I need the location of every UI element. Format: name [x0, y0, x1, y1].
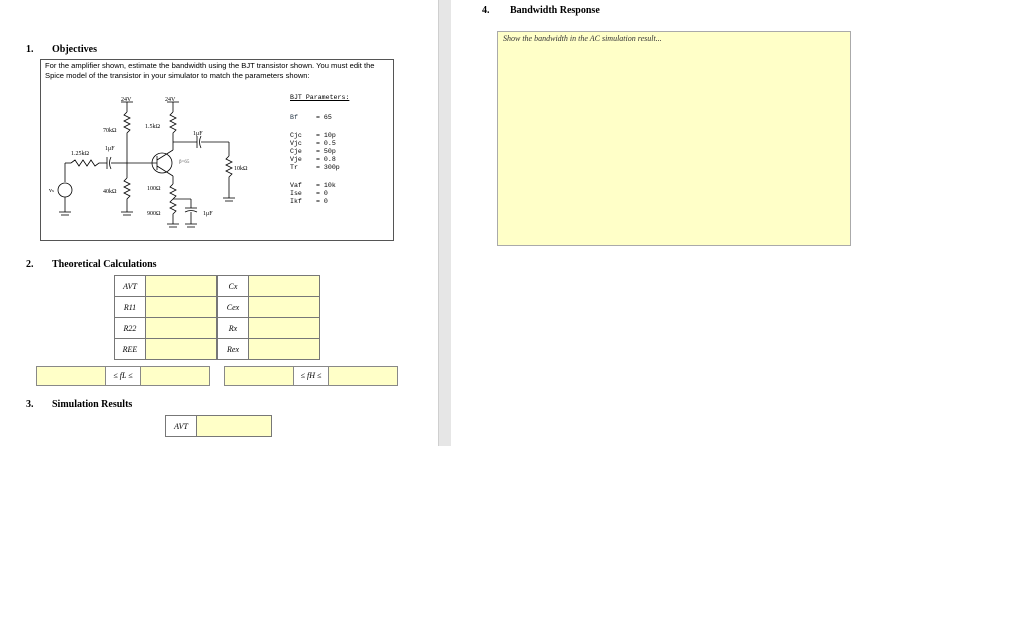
section-4-number: 4.: [482, 5, 490, 16]
cx-input[interactable]: [248, 275, 320, 297]
left-document-page: 1. Objectives For the amplifier shown, e…: [0, 0, 438, 446]
label-24v-right: 24V: [165, 97, 176, 103]
param-row: Vjc = 0.5: [290, 140, 349, 148]
param-row: Cjc = 10p: [290, 132, 349, 140]
param-row: Ise = 0: [290, 190, 349, 198]
param-name: Ise: [290, 190, 302, 197]
table-row: Cx: [217, 275, 320, 297]
label-vs: vₛ: [49, 188, 55, 194]
fh-upper-input[interactable]: [328, 366, 398, 386]
bandwidth-response-input[interactable]: Show the bandwidth in the AC simulation …: [497, 31, 851, 246]
param-value: = 0: [316, 190, 328, 197]
section-2-number: 2.: [26, 259, 34, 270]
param-row: Tr = 300p: [290, 164, 349, 172]
avt-input[interactable]: [145, 275, 217, 297]
section-2-title: Theoretical Calculations: [52, 259, 157, 270]
table-row: R11: [114, 296, 217, 318]
r11-label: R11: [114, 296, 146, 318]
r22-label: R22: [114, 317, 146, 339]
label-1-5k: 1.5kΩ: [145, 124, 160, 130]
table-row: Cex: [217, 296, 320, 318]
param-name: Cjc: [290, 132, 302, 139]
param-name: Cje: [290, 148, 302, 155]
fh-range-label: ≤ fH ≤: [293, 366, 329, 386]
amplifier-circuit-diagram: [57, 101, 235, 228]
param-row: Ikf = 0: [290, 198, 349, 206]
cex-label: Cex: [217, 296, 249, 318]
sim-avt-input[interactable]: [196, 415, 272, 437]
objectives-box: For the amplifier shown, estimate the ba…: [40, 59, 394, 241]
r22-input[interactable]: [145, 317, 217, 339]
param-row: Bf = 65: [290, 114, 349, 122]
ree-input[interactable]: [145, 338, 217, 360]
label-900: 900Ω: [147, 211, 161, 217]
table-row: AVT: [114, 275, 217, 297]
section-1-number: 1.: [26, 44, 34, 55]
sim-avt-label: AVT: [165, 415, 197, 437]
rx-input[interactable]: [248, 317, 320, 339]
fl-range-label: ≤ fL ≤: [105, 366, 141, 386]
section-3-title: Simulation Results: [52, 399, 133, 410]
rex-input[interactable]: [248, 338, 320, 360]
param-row: Cje = 50p: [290, 148, 349, 156]
param-value: = 65: [316, 114, 332, 121]
label-1-25k: 1.25kΩ: [71, 151, 89, 157]
table-row: Rx: [217, 317, 320, 339]
param-row: Vje = 0.8: [290, 156, 349, 164]
table-row: REE: [114, 338, 217, 360]
param-name: Vje: [290, 156, 302, 163]
calc-table-left: AVT R11 R22 REE: [114, 275, 217, 360]
param-value: = 300p: [316, 164, 340, 171]
section-1-title: Objectives: [52, 44, 97, 55]
bjt-parameters-title: BJT Parameters:: [290, 94, 350, 101]
param-value: = 0: [316, 198, 328, 205]
label-70k: 70kΩ: [103, 128, 117, 134]
avt-label: AVT: [114, 275, 146, 297]
table-row: R22: [114, 317, 217, 339]
sim-results-table: AVT: [165, 415, 272, 437]
bjt-parameters-block: BJT Parameters: Bf = 65 Cjc = 10p Vjc = 0.5…: [290, 94, 349, 206]
cex-input[interactable]: [248, 296, 320, 318]
param-name: Bf: [290, 114, 298, 121]
param-name: Tr: [290, 164, 298, 171]
section-3-number: 3.: [26, 399, 34, 410]
param-value: = 10p: [316, 132, 336, 139]
param-name: Ikf: [290, 198, 302, 205]
label-10k: 10kΩ: [234, 166, 248, 172]
table-row: Rex: [217, 338, 320, 360]
fl-lower-input[interactable]: [36, 366, 106, 386]
label-40k: 40kΩ: [103, 189, 117, 195]
r11-input[interactable]: [145, 296, 217, 318]
label-beta: β=65: [179, 160, 190, 165]
param-value: = 0.8: [316, 156, 336, 163]
calc-table-right: Cx Cex Rx Rex: [217, 275, 320, 360]
param-row: Vaf = 10k: [290, 182, 349, 190]
rx-label: Rx: [217, 317, 249, 339]
param-value: = 10k: [316, 182, 336, 189]
fl-upper-input[interactable]: [140, 366, 210, 386]
section-4-title: Bandwidth Response: [510, 5, 600, 16]
label-1uf-top: 1μF: [193, 131, 203, 137]
label-1uf-bottom: 1μF: [203, 211, 213, 217]
param-value: = 0.5: [316, 140, 336, 147]
bjt-params-group-2: Vaf = 10k Ise = 0 Ikf = 0: [290, 182, 349, 206]
bandwidth-placeholder: Show the bandwidth in the AC simulation …: [503, 34, 662, 43]
bjt-params-group-1: Bf = 65 Cjc = 10p Vjc = 0.5 Cje = 50p Vje = 0…: [290, 114, 349, 172]
table-row: AVT: [165, 415, 272, 437]
label-24v-left: 24V: [121, 97, 132, 103]
param-name: Vjc: [290, 140, 302, 147]
ree-label: REE: [114, 338, 146, 360]
param-value: = 50p: [316, 148, 336, 155]
fh-lower-input[interactable]: [224, 366, 294, 386]
label-100: 100Ω: [147, 186, 161, 192]
page-gutter: [438, 0, 452, 446]
label-1uf-left: 1μF: [105, 146, 115, 152]
objectives-text: For the amplifier shown, estimate the ba…: [45, 61, 375, 80]
rex-label: Rex: [217, 338, 249, 360]
param-name: Vaf: [290, 182, 302, 189]
cx-label: Cx: [217, 275, 249, 297]
